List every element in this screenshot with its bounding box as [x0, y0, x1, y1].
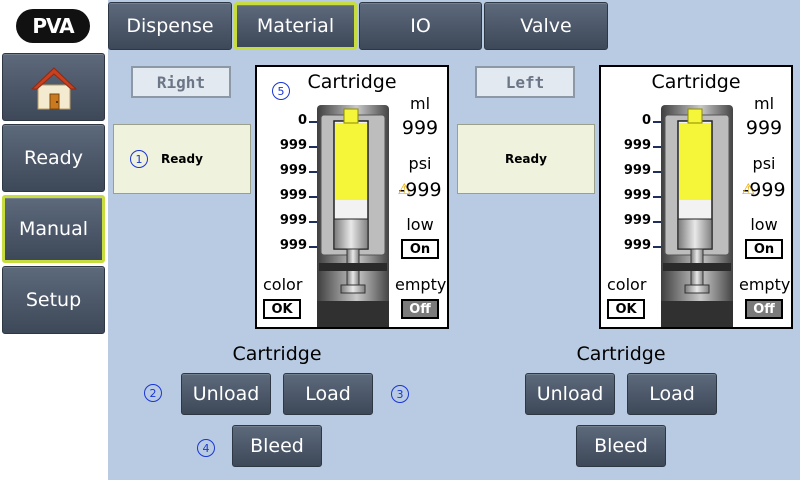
sidebar-item-setup[interactable]: Setup [2, 266, 105, 334]
right-load-button[interactable]: Load [283, 373, 373, 415]
status-text: Ready [505, 152, 547, 166]
tab-label: Valve [520, 15, 572, 37]
cartridge-title: Cartridge [651, 71, 741, 93]
left-side-label: Left [475, 66, 575, 98]
sidebar-item-label: Ready [24, 147, 83, 169]
badge-5: 5 [272, 82, 290, 100]
scale-value: 999 [279, 138, 307, 153]
left-load-button[interactable]: Load [627, 373, 717, 415]
scale-tick [653, 246, 661, 248]
scale-tick [309, 121, 317, 123]
color-label: color [263, 275, 303, 294]
scale-tick [653, 221, 661, 223]
app-root: PVA Dispense Material IO Valve Ready Man… [0, 0, 800, 480]
logo: PVA [0, 0, 106, 52]
scale-value: 999 [279, 163, 307, 178]
scale-tick [653, 196, 661, 198]
scale-value: 999 [279, 188, 307, 203]
color-indicator: OK [263, 299, 301, 319]
right-side-label: Right [131, 66, 231, 98]
sidebar-item-ready[interactable]: Ready [2, 124, 105, 192]
syringe-graphic [317, 105, 389, 327]
tab-material[interactable]: Material [234, 2, 357, 50]
psi-label: psi [408, 154, 432, 173]
scale-value: 0 [297, 113, 307, 128]
status-text: Ready [161, 152, 203, 166]
ml-value: 999 [745, 117, 783, 139]
scale-value: 999 [623, 163, 651, 178]
color-label: color [607, 275, 647, 294]
scale-tick [309, 196, 317, 198]
badge-1: 1 [130, 150, 148, 168]
syringe-graphic [661, 105, 733, 327]
psi-label: psi [752, 154, 776, 173]
low-label: low [750, 215, 778, 234]
left-cartridge-panel: Cartridge 0 999 999 999 999 999 ml 999 p… [599, 65, 793, 329]
scale-tick [653, 171, 661, 173]
ml-label: ml [753, 94, 775, 113]
right-bleed-button[interactable]: Bleed [232, 425, 322, 467]
badge-4: 4 [197, 439, 215, 457]
button-label: Load [649, 383, 695, 405]
scale-value: 999 [623, 238, 651, 253]
empty-indicator: Off [401, 299, 439, 319]
warning-icon: ⚠ [397, 180, 411, 198]
syringe-icon [661, 105, 733, 327]
sidebar-item-label: Manual [18, 218, 89, 240]
button-label: Unload [536, 383, 604, 405]
scale-tick [309, 246, 317, 248]
tab-label: Dispense [126, 15, 214, 37]
scale-value: 999 [623, 188, 651, 203]
right-cartridge-panel: Cartridge 0 999 999 999 999 999 ml 999 p… [255, 65, 449, 329]
scale-tick [309, 221, 317, 223]
tab-label: IO [410, 15, 431, 37]
scale-tick [309, 171, 317, 173]
tab-io[interactable]: IO [359, 2, 482, 50]
scale-value: 999 [279, 238, 307, 253]
left-section-title: Cartridge [576, 343, 666, 365]
sidebar-item-label: Setup [25, 289, 82, 311]
scale-tick [653, 121, 661, 123]
home-button[interactable] [2, 53, 105, 121]
scale-value: 999 [623, 213, 651, 228]
tab-label: Material [256, 15, 335, 37]
scale-value: 999 [279, 213, 307, 228]
badge-3: 3 [391, 385, 409, 403]
color-indicator: OK [607, 299, 645, 319]
right-section-title: Cartridge [232, 343, 322, 365]
warning-icon: ⚠ [741, 180, 755, 198]
logo-mark: PVA [16, 9, 90, 43]
button-label: Load [305, 383, 351, 405]
right-unload-button[interactable]: Unload [181, 373, 271, 415]
scale-value: 0 [641, 113, 651, 128]
left-status-display: Ready [457, 124, 595, 194]
ml-label: ml [409, 94, 431, 113]
left-unload-button[interactable]: Unload [525, 373, 615, 415]
tab-dispense[interactable]: Dispense [108, 2, 232, 50]
left-bleed-button[interactable]: Bleed [576, 425, 666, 467]
scale-tick [309, 146, 317, 148]
low-indicator: On [401, 239, 439, 259]
scale-tick [653, 146, 661, 148]
button-label: Bleed [250, 435, 304, 457]
button-label: Bleed [594, 435, 648, 457]
empty-indicator: Off [745, 299, 783, 319]
low-label: low [406, 215, 434, 234]
empty-label: empty [739, 275, 791, 294]
tab-valve[interactable]: Valve [484, 2, 608, 50]
ml-value: 999 [401, 117, 439, 139]
badge-2: 2 [144, 384, 162, 402]
scale-value: 999 [623, 138, 651, 153]
button-label: Unload [192, 383, 260, 405]
empty-label: empty [395, 275, 447, 294]
sidebar-item-manual[interactable]: Manual [2, 195, 105, 263]
syringe-icon [317, 105, 389, 327]
low-indicator: On [745, 239, 783, 259]
home-icon [30, 67, 77, 110]
